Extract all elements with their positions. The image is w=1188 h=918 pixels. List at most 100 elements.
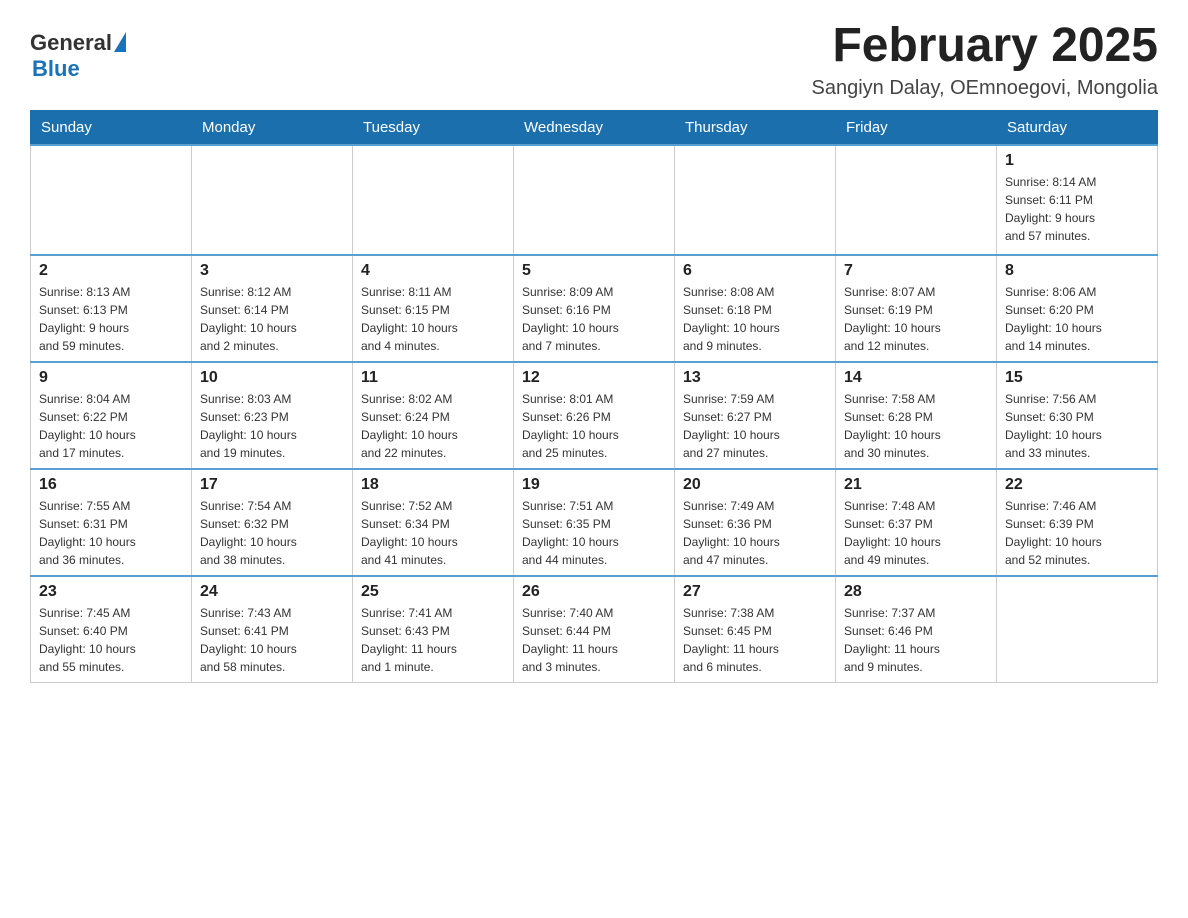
table-row: 23 Sunrise: 7:45 AM Sunset: 6:40 PM Dayli… bbox=[31, 576, 192, 683]
day-info: Sunrise: 8:04 AM Sunset: 6:22 PM Dayligh… bbox=[39, 390, 183, 462]
day-number: 6 bbox=[683, 262, 827, 280]
day-number: 13 bbox=[683, 369, 827, 387]
table-row bbox=[997, 576, 1158, 683]
day-info: Sunrise: 8:11 AM Sunset: 6:15 PM Dayligh… bbox=[361, 283, 505, 355]
day-number: 12 bbox=[522, 369, 666, 387]
day-info: Sunrise: 7:52 AM Sunset: 6:34 PM Dayligh… bbox=[361, 497, 505, 569]
day-info: Sunrise: 7:37 AM Sunset: 6:46 PM Dayligh… bbox=[844, 604, 988, 676]
day-number: 16 bbox=[39, 476, 183, 494]
day-info: Sunrise: 7:58 AM Sunset: 6:28 PM Dayligh… bbox=[844, 390, 988, 462]
day-info: Sunrise: 7:51 AM Sunset: 6:35 PM Dayligh… bbox=[522, 497, 666, 569]
day-number: 27 bbox=[683, 583, 827, 601]
day-info: Sunrise: 7:48 AM Sunset: 6:37 PM Dayligh… bbox=[844, 497, 988, 569]
day-number: 17 bbox=[200, 476, 344, 494]
day-number: 4 bbox=[361, 262, 505, 280]
table-row bbox=[192, 145, 353, 255]
day-number: 5 bbox=[522, 262, 666, 280]
logo: General Blue bbox=[30, 30, 126, 82]
day-number: 23 bbox=[39, 583, 183, 601]
logo-blue: Blue bbox=[32, 56, 80, 82]
logo-triangle-icon bbox=[114, 32, 126, 52]
table-row: 21 Sunrise: 7:48 AM Sunset: 6:37 PM Dayli… bbox=[836, 469, 997, 576]
calendar-week-5: 23 Sunrise: 7:45 AM Sunset: 6:40 PM Dayli… bbox=[31, 576, 1158, 683]
month-title: February 2025 bbox=[812, 20, 1158, 73]
day-info: Sunrise: 7:40 AM Sunset: 6:44 PM Dayligh… bbox=[522, 604, 666, 676]
table-row: 14 Sunrise: 7:58 AM Sunset: 6:28 PM Dayli… bbox=[836, 362, 997, 469]
table-row: 11 Sunrise: 8:02 AM Sunset: 6:24 PM Dayli… bbox=[353, 362, 514, 469]
logo-general: General bbox=[30, 30, 112, 56]
day-number: 18 bbox=[361, 476, 505, 494]
table-row: 27 Sunrise: 7:38 AM Sunset: 6:45 PM Dayli… bbox=[675, 576, 836, 683]
day-number: 25 bbox=[361, 583, 505, 601]
table-row: 12Sunrise: 8:01 AM Sunset: 6:26 PM Dayli… bbox=[514, 362, 675, 469]
day-number: 19 bbox=[522, 476, 666, 494]
day-number: 14 bbox=[844, 369, 988, 387]
table-row: 1Sunrise: 8:14 AM Sunset: 6:11 PM Daylig… bbox=[997, 145, 1158, 255]
table-row: 28 Sunrise: 7:37 AM Sunset: 6:46 PM Dayli… bbox=[836, 576, 997, 683]
day-number: 21 bbox=[844, 476, 988, 494]
day-info: Sunrise: 7:38 AM Sunset: 6:45 PM Dayligh… bbox=[683, 604, 827, 676]
calendar-table: Sunday Monday Tuesday Wednesday Thursday… bbox=[30, 110, 1158, 683]
day-info: Sunrise: 8:06 AM Sunset: 6:20 PM Dayligh… bbox=[1005, 283, 1149, 355]
table-row: 18 Sunrise: 7:52 AM Sunset: 6:34 PM Dayli… bbox=[353, 469, 514, 576]
day-number: 28 bbox=[844, 583, 988, 601]
table-row: 22 Sunrise: 7:46 AM Sunset: 6:39 PM Dayli… bbox=[997, 469, 1158, 576]
table-row: 3Sunrise: 8:12 AM Sunset: 6:14 PM Daylig… bbox=[192, 255, 353, 362]
day-info: Sunrise: 8:14 AM Sunset: 6:11 PM Dayligh… bbox=[1005, 173, 1149, 245]
table-row bbox=[31, 145, 192, 255]
day-info: Sunrise: 8:09 AM Sunset: 6:16 PM Dayligh… bbox=[522, 283, 666, 355]
day-info: Sunrise: 7:46 AM Sunset: 6:39 PM Dayligh… bbox=[1005, 497, 1149, 569]
day-info: Sunrise: 7:54 AM Sunset: 6:32 PM Dayligh… bbox=[200, 497, 344, 569]
day-number: 20 bbox=[683, 476, 827, 494]
table-row bbox=[353, 145, 514, 255]
calendar-week-4: 16 Sunrise: 7:55 AM Sunset: 6:31 PM Dayli… bbox=[31, 469, 1158, 576]
header-tuesday: Tuesday bbox=[353, 110, 514, 145]
day-number: 11 bbox=[361, 369, 505, 387]
page-header: General Blue February 2025 Sangiyn Dalay… bbox=[30, 20, 1158, 100]
table-row: 8 Sunrise: 8:06 AM Sunset: 6:20 PM Daylig… bbox=[997, 255, 1158, 362]
day-info: Sunrise: 7:55 AM Sunset: 6:31 PM Dayligh… bbox=[39, 497, 183, 569]
day-number: 8 bbox=[1005, 262, 1149, 280]
table-row: 5 Sunrise: 8:09 AM Sunset: 6:16 PM Daylig… bbox=[514, 255, 675, 362]
day-info: Sunrise: 7:41 AM Sunset: 6:43 PM Dayligh… bbox=[361, 604, 505, 676]
table-row: 25 Sunrise: 7:41 AM Sunset: 6:43 PM Dayli… bbox=[353, 576, 514, 683]
table-row: 10 Sunrise: 8:03 AM Sunset: 6:23 PM Dayli… bbox=[192, 362, 353, 469]
day-info: Sunrise: 8:07 AM Sunset: 6:19 PM Dayligh… bbox=[844, 283, 988, 355]
title-section: February 2025 Sangiyn Dalay, OEmnoegovi,… bbox=[812, 20, 1158, 100]
day-number: 22 bbox=[1005, 476, 1149, 494]
table-row: 4 Sunrise: 8:11 AM Sunset: 6:15 PM Daylig… bbox=[353, 255, 514, 362]
table-row: 6Sunrise: 8:08 AM Sunset: 6:18 PM Daylig… bbox=[675, 255, 836, 362]
table-row: 19 Sunrise: 7:51 AM Sunset: 6:35 PM Dayli… bbox=[514, 469, 675, 576]
day-number: 3 bbox=[200, 262, 344, 280]
calendar-week-2: 2Sunrise: 8:13 AM Sunset: 6:13 PM Daylig… bbox=[31, 255, 1158, 362]
header-friday: Friday bbox=[836, 110, 997, 145]
day-number: 9 bbox=[39, 369, 183, 387]
day-info: Sunrise: 8:13 AM Sunset: 6:13 PM Dayligh… bbox=[39, 283, 183, 355]
table-row: 13 Sunrise: 7:59 AM Sunset: 6:27 PM Dayli… bbox=[675, 362, 836, 469]
day-info: Sunrise: 7:49 AM Sunset: 6:36 PM Dayligh… bbox=[683, 497, 827, 569]
calendar-week-1: 1Sunrise: 8:14 AM Sunset: 6:11 PM Daylig… bbox=[31, 145, 1158, 255]
day-info: Sunrise: 8:02 AM Sunset: 6:24 PM Dayligh… bbox=[361, 390, 505, 462]
day-number: 24 bbox=[200, 583, 344, 601]
calendar-week-3: 9 Sunrise: 8:04 AM Sunset: 6:22 PM Daylig… bbox=[31, 362, 1158, 469]
header-thursday: Thursday bbox=[675, 110, 836, 145]
day-info: Sunrise: 7:56 AM Sunset: 6:30 PM Dayligh… bbox=[1005, 390, 1149, 462]
weekday-header-row: Sunday Monday Tuesday Wednesday Thursday… bbox=[31, 110, 1158, 145]
day-number: 10 bbox=[200, 369, 344, 387]
table-row: 20 Sunrise: 7:49 AM Sunset: 6:36 PM Dayli… bbox=[675, 469, 836, 576]
table-row: 7 Sunrise: 8:07 AM Sunset: 6:19 PM Daylig… bbox=[836, 255, 997, 362]
day-info: Sunrise: 7:45 AM Sunset: 6:40 PM Dayligh… bbox=[39, 604, 183, 676]
table-row: 24 Sunrise: 7:43 AM Sunset: 6:41 PM Dayli… bbox=[192, 576, 353, 683]
day-info: Sunrise: 7:59 AM Sunset: 6:27 PM Dayligh… bbox=[683, 390, 827, 462]
table-row: 9 Sunrise: 8:04 AM Sunset: 6:22 PM Daylig… bbox=[31, 362, 192, 469]
table-row bbox=[836, 145, 997, 255]
header-monday: Monday bbox=[192, 110, 353, 145]
day-number: 15 bbox=[1005, 369, 1149, 387]
header-wednesday: Wednesday bbox=[514, 110, 675, 145]
day-number: 7 bbox=[844, 262, 988, 280]
table-row: 2Sunrise: 8:13 AM Sunset: 6:13 PM Daylig… bbox=[31, 255, 192, 362]
day-info: Sunrise: 7:43 AM Sunset: 6:41 PM Dayligh… bbox=[200, 604, 344, 676]
table-row: 15 Sunrise: 7:56 AM Sunset: 6:30 PM Dayli… bbox=[997, 362, 1158, 469]
table-row: 26Sunrise: 7:40 AM Sunset: 6:44 PM Dayli… bbox=[514, 576, 675, 683]
day-info: Sunrise: 8:03 AM Sunset: 6:23 PM Dayligh… bbox=[200, 390, 344, 462]
